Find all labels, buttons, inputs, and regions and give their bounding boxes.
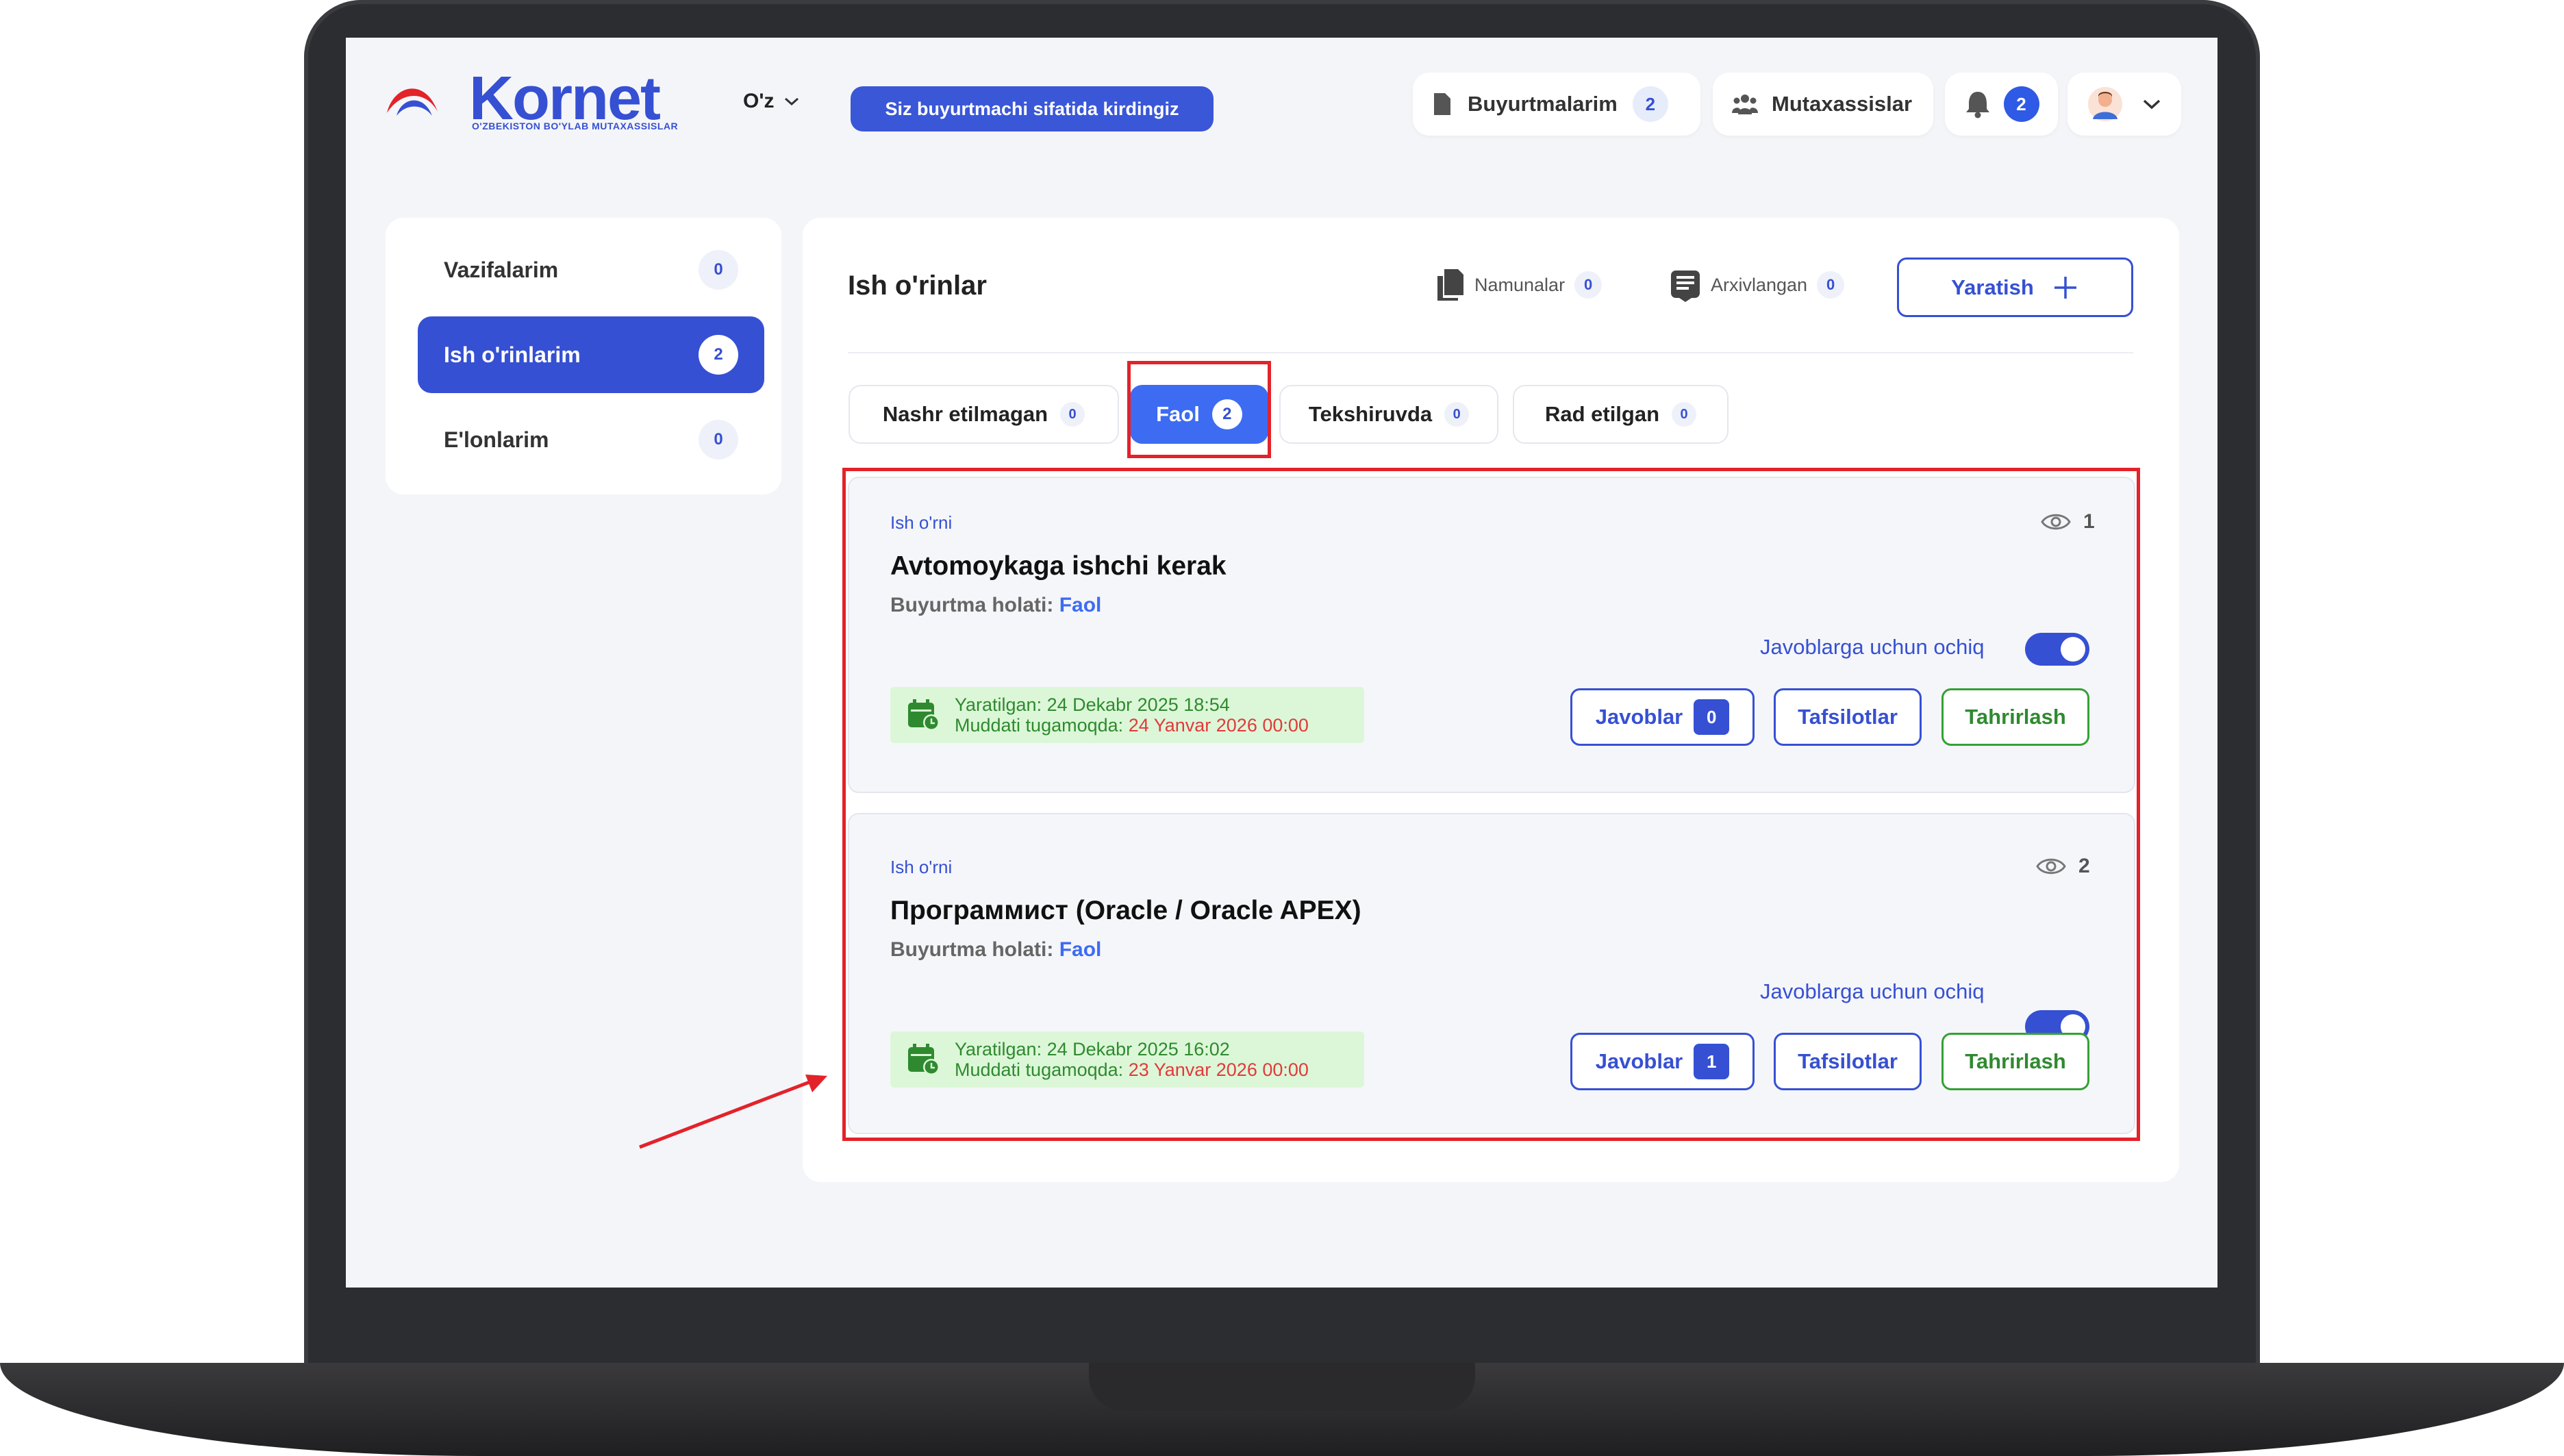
- sidebar-item-count: 0: [699, 420, 738, 460]
- annotation-arrow: [639, 1075, 827, 1149]
- tab-label: Tekshiruvda: [1308, 402, 1433, 426]
- specialists-label: Mutaxassislar: [1772, 92, 1913, 116]
- samples-label: Namunalar: [1474, 274, 1566, 295]
- cards-highlight-box: [842, 468, 2140, 1141]
- profile-menu[interactable]: [2067, 73, 2181, 136]
- role-badge: Siz buyurtmachi sifatida kirdingiz: [851, 86, 1214, 131]
- tab-unpublished[interactable]: Nashr etilmagan 0: [849, 385, 1119, 444]
- notifications-count: 2: [2003, 86, 2039, 122]
- tab-review[interactable]: Tekshiruvda 0: [1279, 385, 1498, 444]
- samples-count: 0: [1574, 271, 1602, 299]
- archived-label: Arxivlangan: [1711, 274, 1808, 295]
- header-divider: [848, 352, 2133, 353]
- orders-count: 2: [1632, 86, 1668, 122]
- sidebar-item-label: E'lonlarim: [444, 427, 549, 452]
- sidebar-item-tasks[interactable]: Vazifalarim 0: [418, 231, 764, 308]
- sidebar: Vazifalarim 0 Ish o'rinlarim 2 E'lonlari…: [386, 218, 781, 494]
- samples-button[interactable]: Namunalar 0: [1436, 268, 1602, 302]
- tab-count: 0: [1444, 402, 1470, 427]
- app-screen: Kornet O'ZBEKISTON BO'YLAB MUTAXASSISLAR…: [346, 38, 2217, 1288]
- tab-count: 0: [1672, 402, 1697, 427]
- copy-icon: [1437, 269, 1463, 301]
- language-selector[interactable]: O'z: [743, 90, 800, 113]
- laptop-notch: [1089, 1363, 1475, 1411]
- chevron-down-icon: [2143, 99, 2161, 110]
- sidebar-item-label: Ish o'rinlarim: [444, 342, 581, 367]
- tab-label: Nashr etilmagan: [882, 402, 1048, 426]
- avatar: [2088, 87, 2122, 121]
- archived-button[interactable]: Arxivlangan 0: [1670, 268, 1845, 302]
- sidebar-item-count: 2: [699, 335, 738, 375]
- archive-icon: [1671, 271, 1700, 302]
- notifications-button[interactable]: 2: [1945, 73, 2058, 136]
- tab-count: 0: [1060, 402, 1085, 427]
- tab-label: Rad etilgan: [1544, 402, 1660, 426]
- sidebar-item-count: 0: [699, 250, 738, 290]
- orders-button[interactable]: Buyurtmalarim 2: [1413, 73, 1700, 136]
- page-title: Ish o'rinlar: [848, 271, 987, 301]
- sidebar-item-ads[interactable]: E'lonlarim 0: [418, 401, 764, 478]
- users-icon: [1732, 95, 1758, 114]
- tab-highlight-box: [1127, 361, 1271, 458]
- sidebar-item-label: Vazifalarim: [444, 257, 559, 282]
- create-button[interactable]: Yaratish: [1897, 258, 2133, 317]
- sidebar-item-jobs[interactable]: Ish o'rinlarim 2: [418, 316, 764, 393]
- language-label: O'z: [743, 90, 775, 112]
- archived-count: 0: [1817, 271, 1845, 299]
- create-label: Yaratish: [1951, 275, 2034, 299]
- tab-rejected[interactable]: Rad etilgan 0: [1513, 385, 1729, 444]
- bell-icon: [1965, 92, 1989, 118]
- logo-subtitle: O'ZBEKISTON BO'YLAB MUTAXASSISLAR: [472, 121, 679, 131]
- logo-swoosh-icon: [384, 71, 438, 118]
- plus-icon: [2054, 276, 2076, 299]
- chevron-down-icon: [785, 97, 799, 106]
- specialists-button[interactable]: Mutaxassislar: [1713, 73, 1933, 136]
- orders-label: Buyurtmalarim: [1468, 92, 1618, 116]
- document-icon: [1434, 93, 1450, 115]
